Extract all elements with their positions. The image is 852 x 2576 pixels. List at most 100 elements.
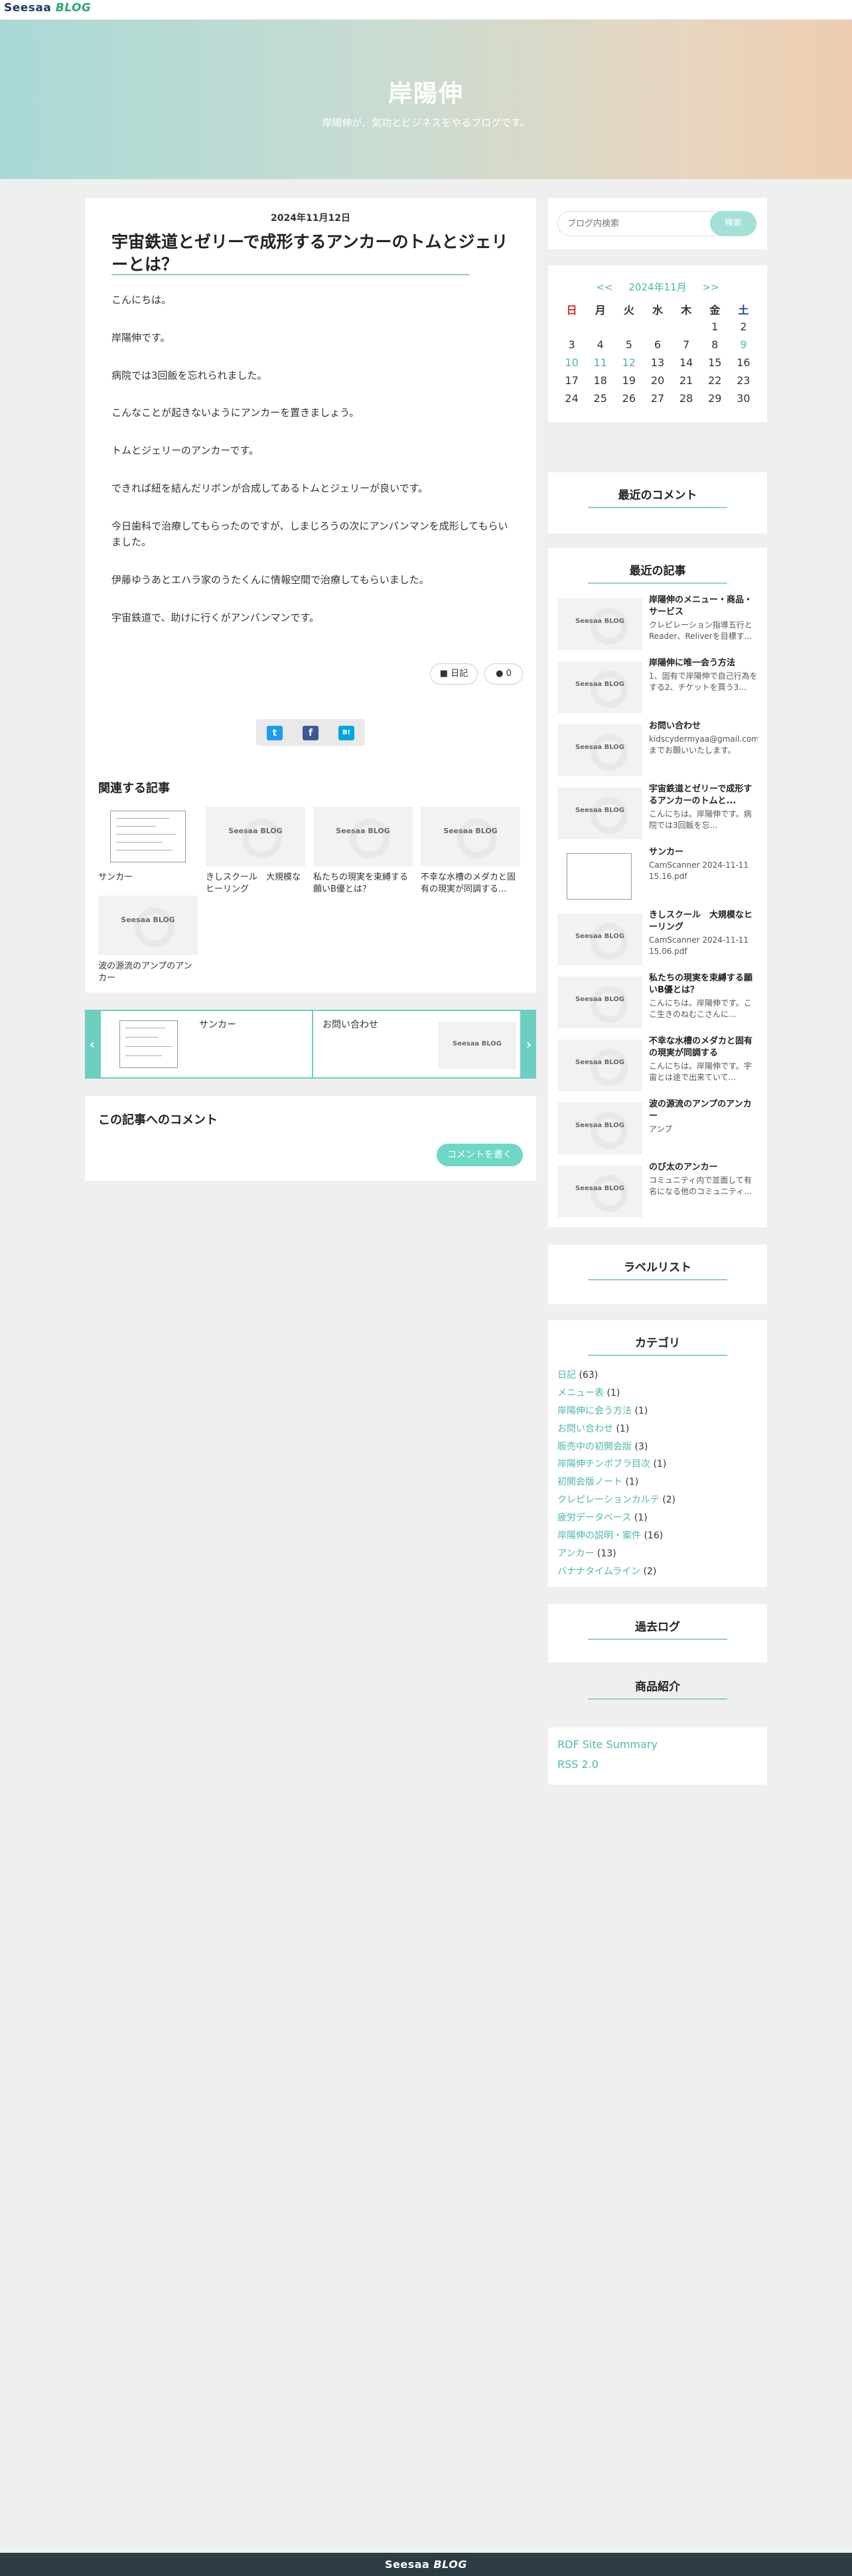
prev-article-link[interactable]: サンカー [199, 1018, 236, 1031]
calendar-day: 24 [565, 392, 579, 405]
category-link[interactable]: 岸陽伸チンポブラ目次 [557, 1459, 650, 1469]
footer: Seesaa BLOG [0, 2553, 852, 2576]
blog-title[interactable]: 岸陽伸 [0, 74, 852, 109]
calendar-day: 22 [708, 374, 722, 387]
seesaa-blog-logo[interactable]: Seesaa BLOG [4, 1, 91, 15]
search-button[interactable]: 検索 [710, 211, 756, 236]
calendar-day: 8 [711, 338, 719, 351]
recent-article-title[interactable]: サンカー [649, 847, 758, 858]
weekday-label: 日 [566, 303, 577, 316]
recent-article-title[interactable]: お問い合わせ [649, 720, 758, 732]
comment-count: 0 [506, 669, 512, 679]
article-title[interactable]: 宇宙鉄道とゼリーで成形するアンカーのトムとジェリーとは？ [111, 231, 510, 276]
category-link[interactable]: 岸陽伸に会う方法 [557, 1406, 632, 1416]
next-month-link[interactable]: >> [702, 281, 719, 293]
recent-article-desc: こんにちは。岸陽伸です。病院では3回飯を忘... [649, 809, 752, 830]
facebook-share-icon[interactable]: f [303, 726, 319, 740]
recent-article-title[interactable]: 宇宙鉄道とゼリーで成形するアンカーのトムと... [649, 783, 758, 807]
recent-article-item[interactable]: Seesaa BLOG のび太のアンカー コミュニティ内で並面して有名になる他のコミ… [557, 1162, 758, 1219]
category-link[interactable]: クレピレーションカルテ [557, 1495, 660, 1505]
category-link[interactable]: お問い合わせ [557, 1424, 613, 1434]
hatena-bookmark-icon[interactable]: B! [338, 726, 354, 740]
next-article-link[interactable]: お問い合わせ [322, 1018, 378, 1031]
calendar-day[interactable]: 11 [586, 354, 614, 372]
calendar-day[interactable]: 12 [614, 354, 643, 372]
placeholder-thumbnail: Seesaa BLOG [557, 787, 642, 839]
article-paragraph: 宇宙鉄道で、助けに行くがアンパンマンです。 [111, 611, 320, 624]
twitter-share-icon[interactable]: t [267, 726, 283, 740]
category-item[interactable]: 岸陽伸に会う方法 (1) [557, 1402, 675, 1420]
chevron-right-icon[interactable]: › [522, 1036, 535, 1052]
recent-article-item[interactable]: Seesaa BLOG お問い合わせ kidscydermyaa@gmail.com… [557, 720, 758, 778]
recent-article-item[interactable]: Seesaa BLOG 宇宙鉄道とゼリーで成形するアンカーのトムと... こんにちは… [557, 783, 758, 841]
recent-article-item[interactable]: Seesaa BLOG 岸陽伸のメニュー・商品・サービス クレピレーション指導五行と… [557, 594, 758, 651]
related-item[interactable]: Seesaa BLOG きしスクール 大規模なヒーリング [206, 807, 305, 896]
calendar-day: 1 [711, 320, 719, 333]
recent-article-title[interactable]: のび太のアンカー [649, 1162, 758, 1174]
recent-article-title[interactable]: きしスクール 大規模なヒーリング [649, 910, 758, 933]
category-link[interactable]: 販売中の初開会版 [557, 1442, 632, 1452]
tag-button[interactable]: ■ 日記 [430, 663, 478, 685]
recent-article-item[interactable]: Seesaa BLOG 波の源流のアンプのアンカー アンプ [557, 1099, 758, 1156]
category-count: (3) [634, 1441, 648, 1452]
prev-month-link[interactable]: << [596, 281, 612, 293]
related-caption: 私たちの現実を束縛する願いB優とは？ [313, 872, 409, 895]
recent-articles-title: 最近の記事 [629, 565, 686, 578]
comment-count-button[interactable]: ● 0 [484, 663, 523, 685]
calendar-day: 3 [568, 338, 575, 351]
recent-article-item[interactable]: Seesaa BLOG きしスクール 大規模なヒーリング CamScanner 20… [557, 910, 758, 967]
related-item[interactable]: Seesaa BLOG 波の源流のアンプのアンカー [98, 896, 198, 984]
category-link[interactable]: アンカー [557, 1548, 594, 1559]
title-underline [588, 1355, 727, 1356]
write-comment-button[interactable]: コメントを書く [437, 1144, 523, 1166]
recent-article-title[interactable]: 私たちの現実を束縛する願いB優とは？ [649, 973, 758, 996]
recent-article-item[interactable]: Seesaa BLOG 不幸な水槽のメダカと固有の現実が同調する こんにちは。岸陽伸… [557, 1036, 758, 1093]
recent-article-item[interactable]: Seesaa BLOG 私たちの現実を束縛する願いB優とは？ こんにちは。岸陽伸です… [557, 973, 758, 1030]
chevron-left-icon[interactable]: ‹ [86, 1036, 99, 1052]
category-item[interactable]: バナナタイムライン (2) [557, 1563, 675, 1581]
calendar-day: 6 [654, 338, 662, 351]
blog-header: 岸陽伸 岸陽伸が、気功とビジネスをやるブログです。 [0, 20, 852, 179]
category-item[interactable]: 初開会版ノート (1) [557, 1473, 675, 1491]
category-item[interactable]: アンカー (13) [557, 1545, 675, 1563]
article-paragraph: 今日歯科で治療してもらったのですが、しまじろうの次にアンパンマンを成形してもらい… [111, 519, 508, 549]
rdf-link[interactable]: RDF Site Summary [557, 1738, 658, 1751]
category-item[interactable]: お問い合わせ (1) [557, 1420, 675, 1438]
title-underline [588, 1279, 727, 1280]
category-link[interactable]: 岸陽伸の説明・案件 [557, 1530, 641, 1541]
category-item[interactable]: 日記 (63) [557, 1367, 675, 1385]
category-item[interactable]: クレピレーションカルテ (2) [557, 1491, 675, 1509]
article-paragraph: 病院では3回飯を忘れられました。 [111, 369, 267, 381]
related-item[interactable]: Seesaa BLOG 不幸な水槽のメダカと固有の現実が同調する... [421, 807, 520, 896]
related-item[interactable]: Seesaa BLOG 私たちの現実を束縛する願いB優とは？ [313, 807, 413, 896]
calendar-day: 20 [650, 374, 665, 387]
category-link[interactable]: 初開会版ノート [557, 1477, 622, 1487]
calendar-day: 28 [679, 392, 693, 405]
footer-logo[interactable]: Seesaa BLOG [385, 2558, 467, 2571]
category-link[interactable]: 疲労データベース [557, 1513, 631, 1523]
recent-article-title[interactable]: 岸陽伸のメニュー・商品・サービス [649, 594, 758, 618]
category-item[interactable]: 岸陽伸の説明・案件 (16) [557, 1527, 675, 1545]
calendar-day [672, 318, 701, 336]
recent-article-title[interactable]: 不幸な水槽のメダカと固有の現実が同調する [649, 1036, 758, 1059]
category-item[interactable]: 疲労データベース (1) [557, 1509, 675, 1527]
category-link[interactable]: バナナタイムライン [557, 1566, 640, 1577]
related-item[interactable]: サンカー [98, 807, 198, 884]
recent-article-title[interactable]: 波の源流のアンプのアンカー [649, 1099, 758, 1122]
document-thumbnail [557, 850, 642, 902]
category-link[interactable]: メニュー表 [557, 1388, 604, 1398]
calendar-day[interactable]: 9 [729, 336, 758, 354]
recent-article-item[interactable]: サンカー CamScanner 2024-11-11 15.16.pdf [557, 847, 758, 904]
placeholder-thumbnail: Seesaa BLOG [206, 807, 305, 866]
share-buttons: t f B! [256, 719, 365, 746]
category-link[interactable]: 日記 [557, 1370, 576, 1381]
recent-article-desc: CamScanner 2024-11-11 15.06.pdf [649, 935, 749, 956]
category-item[interactable]: メニュー表 (1) [557, 1385, 675, 1402]
recent-article-item[interactable]: Seesaa BLOG 岸陽伸に唯一会う方法 1、固有で岸陽伸で自己行為をする2、チ… [557, 657, 758, 714]
category-item[interactable]: 岸陽伸チンポブラ目次 (1) [557, 1456, 675, 1473]
calendar-day[interactable]: 10 [557, 354, 586, 372]
recent-article-title[interactable]: 岸陽伸に唯一会う方法 [649, 657, 758, 669]
calendar-day: 14 [679, 356, 693, 369]
rss-link[interactable]: RSS 2.0 [557, 1758, 599, 1771]
category-item[interactable]: 販売中の初開会版 (3) [557, 1438, 675, 1456]
